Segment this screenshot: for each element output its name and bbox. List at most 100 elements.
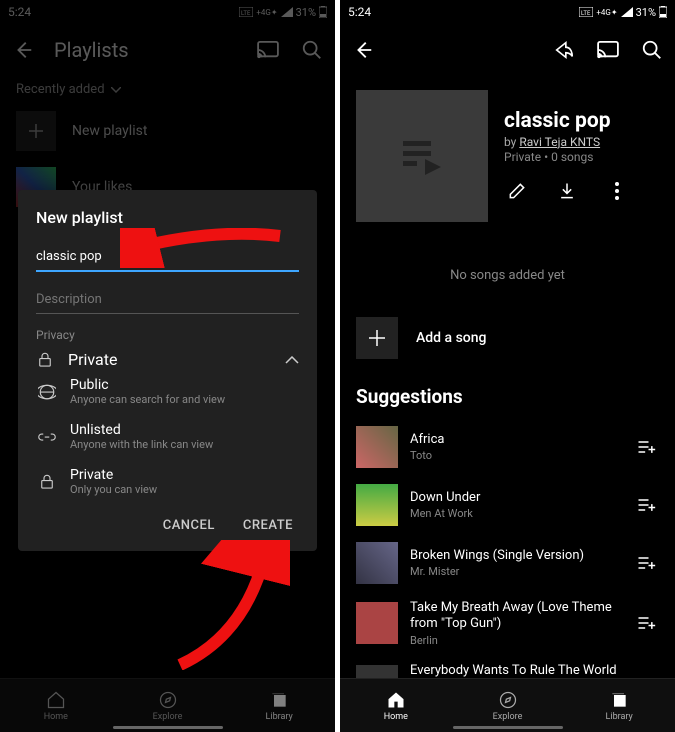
back-icon[interactable] bbox=[350, 37, 376, 63]
song-art bbox=[356, 484, 398, 526]
compass-icon bbox=[158, 690, 178, 710]
create-button[interactable]: CREATE bbox=[243, 518, 293, 533]
suggestions-heading: Suggestions bbox=[340, 377, 675, 418]
status-bar: 5:24 LTE +4G✦ 31% bbox=[340, 0, 675, 24]
playlist-author[interactable]: Ravi Teja KNTS bbox=[519, 135, 600, 149]
cast-icon[interactable] bbox=[595, 37, 621, 63]
song-row[interactable]: Down UnderMen At Work bbox=[340, 476, 675, 534]
song-text: Down UnderMen At Work bbox=[410, 490, 621, 520]
song-row[interactable]: Take My Breath Away (Love Theme from "To… bbox=[340, 592, 675, 655]
name-field[interactable] bbox=[36, 243, 299, 272]
add-song-row[interactable]: Add a song bbox=[340, 309, 675, 377]
volte-icon: LTE bbox=[579, 7, 593, 17]
playlist-art bbox=[356, 90, 488, 222]
compass-icon bbox=[498, 690, 518, 710]
app-bar bbox=[340, 24, 675, 76]
new-playlist-modal: New playlist Privacy Private Public Anyo… bbox=[18, 190, 317, 551]
nav-explore[interactable]: Explore bbox=[112, 679, 224, 732]
status-bar: 5:24 LTE +4G✦ 31% bbox=[0, 0, 335, 24]
description-field[interactable] bbox=[36, 286, 299, 314]
cast-icon[interactable] bbox=[255, 37, 281, 63]
privacy-selected-row[interactable]: Private bbox=[36, 350, 299, 369]
playlist-meta: classic pop by Ravi Teja KNTS Private • … bbox=[504, 90, 659, 222]
chevron-up-icon bbox=[285, 356, 299, 364]
bottom-nav: Home Explore Library bbox=[340, 678, 675, 732]
status-time: 5:24 bbox=[348, 5, 371, 19]
globe-icon bbox=[38, 383, 56, 401]
gesture-bar bbox=[453, 726, 563, 729]
queue-add-icon[interactable] bbox=[633, 492, 659, 518]
nav-home[interactable]: Home bbox=[340, 679, 452, 732]
song-art bbox=[356, 602, 398, 644]
queue-add-icon[interactable] bbox=[633, 434, 659, 460]
nav-label: Library bbox=[266, 712, 293, 722]
plus-tile bbox=[356, 317, 398, 359]
svg-text:LTE: LTE bbox=[581, 10, 591, 17]
app-bar: Playlists bbox=[0, 24, 335, 76]
empty-message: No songs added yet bbox=[340, 232, 675, 309]
song-artist: Men At Work bbox=[410, 507, 621, 520]
opt-sub: Anyone can search for and view bbox=[70, 393, 225, 406]
privacy-selected-label: Private bbox=[68, 350, 117, 369]
privacy-option-unlisted[interactable]: Unlisted Anyone with the link can view bbox=[36, 414, 299, 459]
opt-title: Unlisted bbox=[70, 422, 213, 438]
edit-icon[interactable] bbox=[504, 178, 530, 204]
back-icon[interactable] bbox=[10, 37, 36, 63]
nav-explore[interactable]: Explore bbox=[452, 679, 564, 732]
song-artist: Mr. Mister bbox=[410, 565, 621, 578]
description-input[interactable] bbox=[36, 286, 299, 314]
nav-home[interactable]: Home bbox=[0, 679, 112, 732]
song-row[interactable]: Broken Wings (Single Version)Mr. Mister bbox=[340, 534, 675, 592]
opt-sub: Anyone with the link can view bbox=[70, 438, 213, 451]
signal-icon bbox=[281, 7, 293, 17]
more-icon[interactable] bbox=[604, 178, 630, 204]
song-artist: Toto bbox=[410, 449, 621, 462]
bottom-nav: Home Explore Library bbox=[0, 678, 335, 732]
volte-icon: LTE bbox=[239, 7, 253, 17]
filter-dropdown[interactable]: Recently added bbox=[0, 76, 335, 103]
playlist-submeta: Private • 0 songs bbox=[504, 150, 659, 164]
name-input[interactable] bbox=[36, 243, 299, 272]
battery-percent: 31% bbox=[636, 6, 656, 19]
song-artist: Berlin bbox=[410, 634, 621, 647]
svg-text:LTE: LTE bbox=[241, 10, 251, 17]
library-icon bbox=[269, 690, 289, 710]
queue-add-icon[interactable] bbox=[633, 610, 659, 636]
nav-library[interactable]: Library bbox=[563, 679, 675, 732]
signal-4g-icon: +4G✦ bbox=[256, 8, 277, 17]
song-art bbox=[356, 542, 398, 584]
library-icon bbox=[609, 690, 629, 710]
nav-label: Library bbox=[606, 712, 633, 722]
lock-icon bbox=[38, 473, 56, 491]
filter-label: Recently added bbox=[16, 82, 105, 97]
new-playlist-row[interactable]: New playlist bbox=[0, 103, 335, 159]
download-icon[interactable] bbox=[554, 178, 580, 204]
status-icons: LTE +4G✦ 31% bbox=[239, 6, 327, 19]
battery-icon bbox=[319, 6, 327, 18]
privacy-option-private[interactable]: Private Only you can view bbox=[36, 459, 299, 504]
search-icon[interactable] bbox=[639, 37, 665, 63]
queue-add-icon[interactable] bbox=[633, 550, 659, 576]
song-title: Broken Wings (Single Version) bbox=[410, 548, 621, 564]
playlist-title: classic pop bbox=[504, 109, 659, 133]
page-title: Playlists bbox=[54, 38, 237, 62]
nav-label: Home bbox=[384, 712, 408, 722]
privacy-option-public[interactable]: Public Anyone can search for and view bbox=[36, 369, 299, 414]
nav-label: Explore bbox=[153, 712, 183, 722]
battery-percent: 31% bbox=[296, 6, 316, 19]
cancel-button[interactable]: CANCEL bbox=[163, 518, 215, 533]
song-text: Take My Breath Away (Love Theme from "To… bbox=[410, 600, 621, 647]
nav-library[interactable]: Library bbox=[223, 679, 335, 732]
playlist-author-line: by Ravi Teja KNTS bbox=[504, 135, 659, 149]
playlist-header: classic pop by Ravi Teja KNTS Private • … bbox=[340, 76, 675, 232]
lock-icon bbox=[36, 351, 54, 369]
home-icon bbox=[386, 690, 406, 710]
song-text: AfricaToto bbox=[410, 432, 621, 462]
annotation-arrow-create bbox=[170, 540, 290, 670]
status-icons: LTE +4G✦ 31% bbox=[579, 6, 667, 19]
song-row[interactable]: AfricaToto bbox=[340, 418, 675, 476]
nav-label: Explore bbox=[493, 712, 523, 722]
share-icon[interactable] bbox=[551, 37, 577, 63]
suggestions-list: AfricaToto Down UnderMen At Work Broken Wi… bbox=[340, 418, 675, 717]
search-icon[interactable] bbox=[299, 37, 325, 63]
